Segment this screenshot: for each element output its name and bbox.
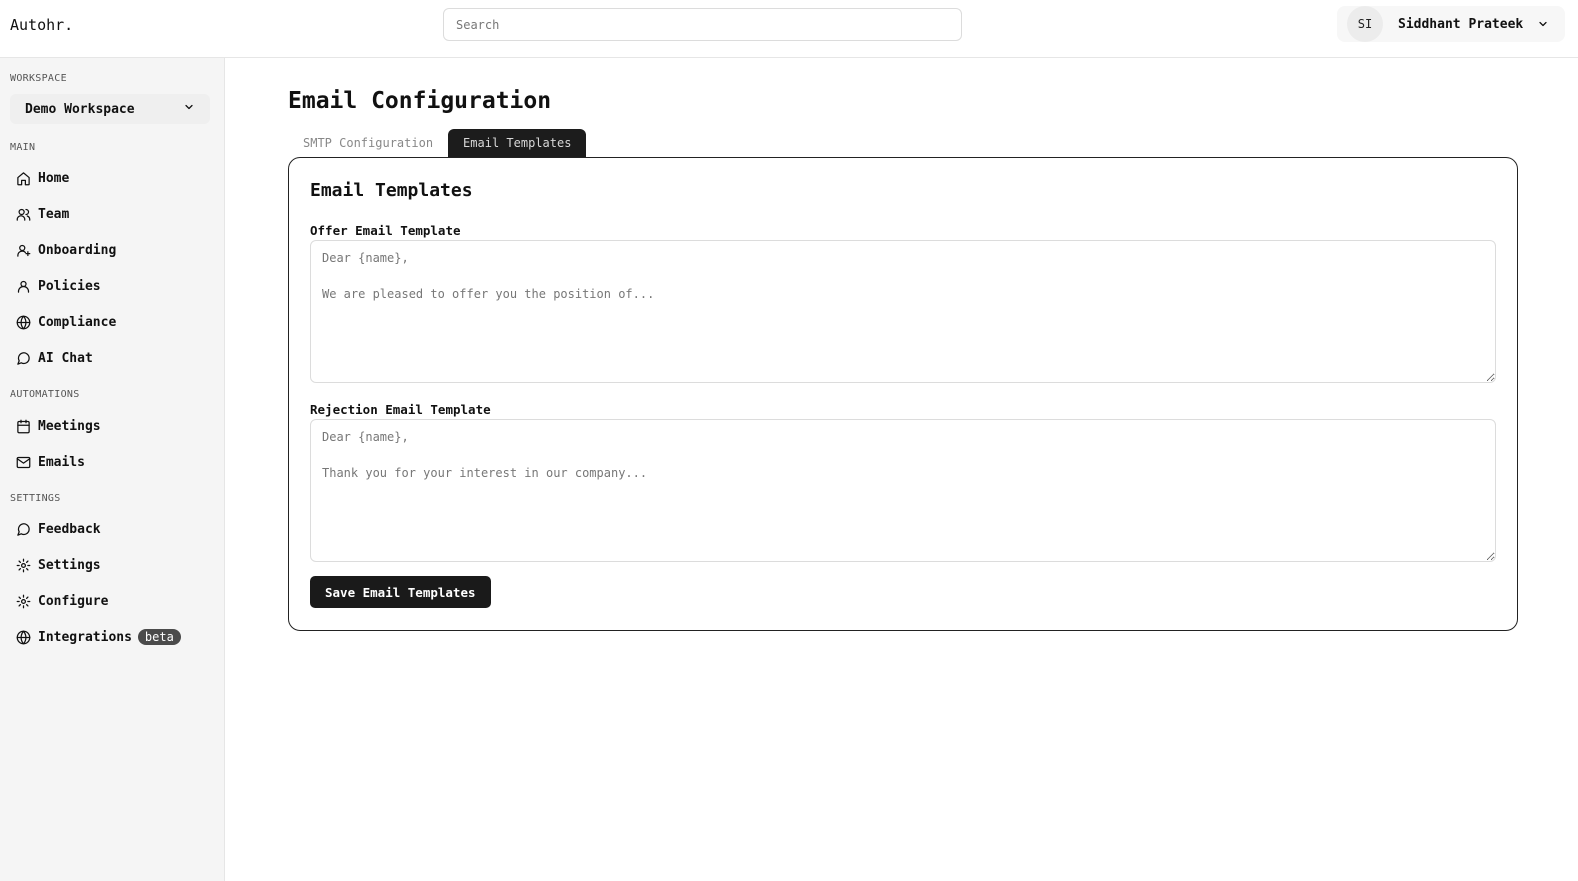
beta-badge: beta (137, 629, 181, 645)
sidebar-item-label: Team (38, 206, 70, 222)
email-templates-card: Email Templates Offer Email Template Rej… (288, 157, 1518, 631)
sidebar-item-label: Settings (38, 557, 101, 573)
sidebar-item-ai-chat[interactable]: AI Chat (16, 348, 93, 368)
top-bar: Autohr. SI Siddhant Prateek (0, 0, 1578, 58)
save-email-templates-button[interactable]: Save Email Templates (310, 576, 491, 608)
gear-icon (16, 594, 31, 608)
globe-icon (16, 315, 31, 329)
sidebar-item-label: Meetings (38, 418, 101, 434)
rejection-template-label: Rejection Email Template (310, 402, 491, 417)
sidebar-item-label: Home (38, 170, 70, 186)
offer-template-textarea[interactable] (310, 240, 1496, 383)
sidebar-item-onboarding[interactable]: Onboarding (16, 240, 116, 260)
sidebar-item-label: AI Chat (38, 350, 93, 366)
sidebar: WORKSPACE Demo Workspace MAIN Home Team … (0, 58, 225, 881)
sidebar-item-team[interactable]: Team (16, 204, 69, 224)
users-icon (16, 208, 31, 221)
sidebar-item-label: Policies (38, 278, 101, 294)
tab-list: SMTP Configuration Email Templates (288, 129, 587, 157)
user-menu[interactable]: SI Siddhant Prateek (1337, 6, 1565, 42)
offer-template-label: Offer Email Template (310, 223, 461, 238)
card-title: Email Templates (310, 180, 473, 201)
sidebar-item-label: Feedback (38, 521, 101, 537)
tab-email-templates[interactable]: Email Templates (448, 129, 587, 157)
chat-icon (17, 522, 30, 536)
sidebar-item-meetings[interactable]: Meetings (16, 416, 101, 436)
home-icon (17, 171, 30, 185)
app-logo[interactable]: Autohr. (10, 16, 73, 34)
chat-icon (17, 351, 30, 365)
sidebar-item-label: Onboarding (38, 242, 117, 258)
main-content: Email Configuration SMTP Configuration E… (225, 58, 1578, 881)
sidebar-item-configure[interactable]: Configure (16, 591, 108, 611)
sidebar-item-home[interactable]: Home (16, 168, 69, 188)
user-plus-icon (17, 244, 31, 257)
user-icon (17, 280, 30, 293)
avatar: SI (1347, 6, 1383, 42)
sidebar-item-policies[interactable]: Policies (16, 276, 101, 296)
sidebar-item-label: Configure (38, 593, 109, 609)
sidebar-item-settings[interactable]: Settings (16, 555, 101, 575)
page-title: Email Configuration (288, 88, 552, 114)
user-name: Siddhant Prateek (1398, 16, 1524, 32)
tab-smtp-configuration[interactable]: SMTP Configuration (288, 129, 448, 157)
chevron-down-icon (183, 101, 195, 117)
sidebar-item-integrations[interactable]: Integrations beta (16, 627, 181, 647)
sidebar-item-label: Compliance (38, 314, 117, 330)
automations-section-label: AUTOMATIONS (10, 389, 80, 400)
sidebar-item-label: Integrations (38, 629, 132, 645)
search-input[interactable] (443, 8, 962, 41)
main-section-label: MAIN (10, 142, 36, 153)
rejection-template-textarea[interactable] (310, 419, 1496, 562)
sidebar-item-emails[interactable]: Emails (16, 452, 85, 472)
workspace-select-value: Demo Workspace (25, 101, 135, 117)
calendar-icon (17, 419, 30, 433)
mail-icon (16, 456, 31, 468)
sidebar-item-label: Emails (38, 454, 85, 470)
workspace-select[interactable]: Demo Workspace (10, 94, 210, 124)
chevron-down-icon (1537, 18, 1549, 30)
gear-icon (16, 558, 31, 572)
sidebar-item-feedback[interactable]: Feedback (16, 519, 101, 539)
sidebar-item-compliance[interactable]: Compliance (16, 312, 116, 332)
settings-section-label: SETTINGS (10, 493, 61, 504)
globe-icon (16, 630, 31, 644)
workspace-section-label: WORKSPACE (10, 73, 67, 84)
